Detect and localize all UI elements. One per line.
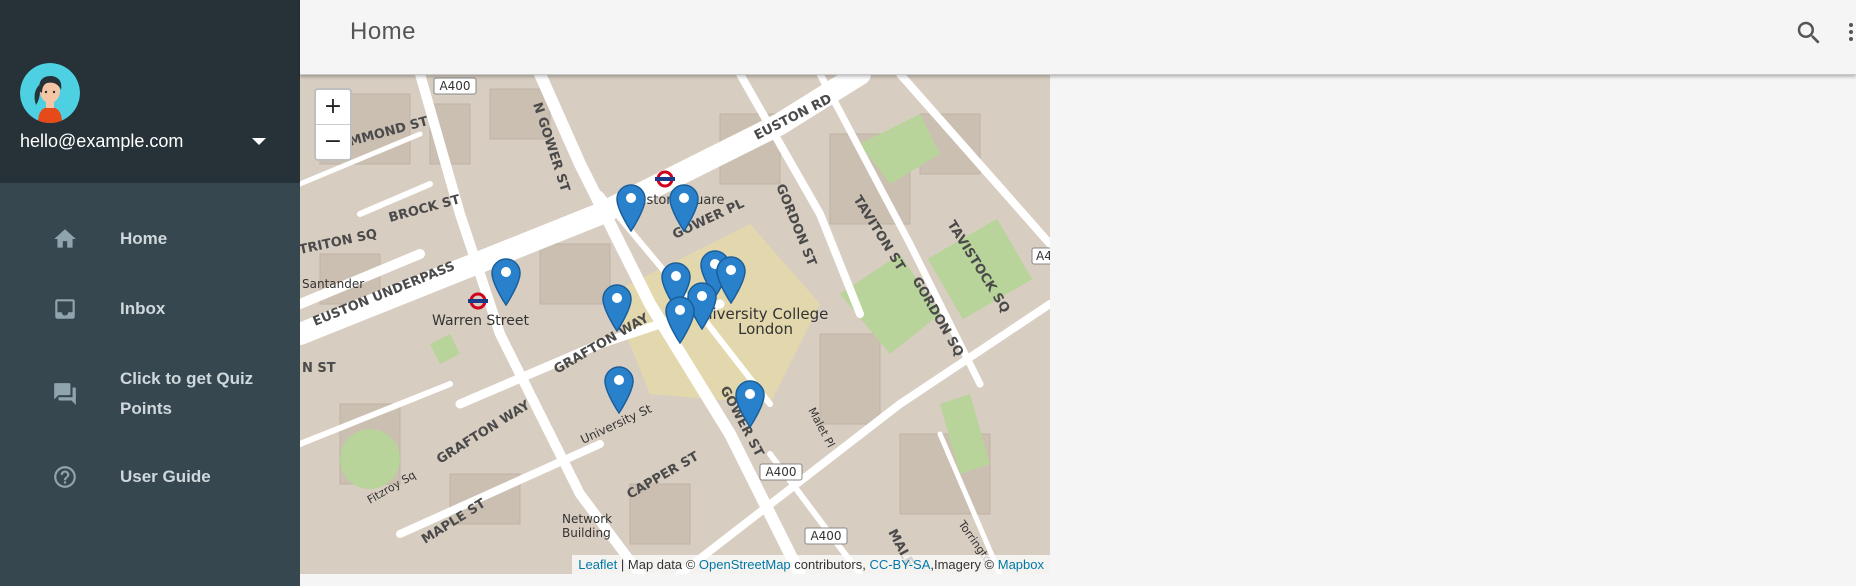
- map-marker[interactable]: [669, 184, 699, 233]
- app-header: Home: [300, 0, 1856, 75]
- road-shield-label: A400: [810, 529, 841, 543]
- road-shield-label: A4: [1036, 249, 1050, 263]
- map-label: N ST: [302, 361, 336, 376]
- license-link[interactable]: CC-BY-SA: [869, 557, 930, 572]
- map-label: Santander: [302, 277, 364, 291]
- sidebar: hello@example.com Home Inbox Click to ge…: [0, 0, 300, 586]
- account-dropdown-icon[interactable]: [252, 138, 266, 145]
- sidebar-item-quiz[interactable]: Click to get Quiz Points: [0, 364, 300, 424]
- map-label: Building: [562, 526, 611, 540]
- map[interactable]: A400 A400 A400 A4 EUSTON RD EUSTON UNDER…: [300, 74, 1050, 574]
- attribution-text: contributors,: [790, 557, 870, 572]
- attribution-text: ,Imagery ©: [930, 557, 998, 572]
- help-circle-icon: [50, 462, 80, 492]
- map-marker[interactable]: [665, 296, 695, 345]
- osm-link[interactable]: OpenStreetMap: [699, 557, 791, 572]
- chat-icon: [50, 379, 80, 409]
- leaflet-link[interactable]: Leaflet: [578, 557, 617, 572]
- home-icon: [50, 224, 80, 254]
- zoom-in-button[interactable]: +: [316, 90, 350, 125]
- avatar[interactable]: [20, 63, 80, 123]
- road-shield-label: A400: [439, 79, 470, 93]
- sidebar-item-label: User Guide: [120, 467, 211, 486]
- inbox-icon: [50, 294, 80, 324]
- user-email: hello@example.com: [20, 131, 184, 151]
- zoom-control: + −: [314, 88, 352, 161]
- map-marker[interactable]: [735, 380, 765, 429]
- sidebar-item-user-guide[interactable]: User Guide: [0, 462, 300, 492]
- sidebar-item-home[interactable]: Home: [0, 224, 300, 254]
- attribution-text: | Map data ©: [617, 557, 699, 572]
- sidebar-item-inbox[interactable]: Inbox: [0, 294, 300, 324]
- sidebar-item-label: Home: [120, 229, 168, 248]
- more-vert-icon[interactable]: [1844, 20, 1856, 50]
- map-attribution: Leaflet | Map data © OpenStreetMap contr…: [572, 555, 1050, 574]
- map-marker[interactable]: [602, 284, 632, 333]
- search-icon[interactable]: [1794, 18, 1824, 48]
- map-label: Network: [562, 512, 612, 526]
- zoom-out-button[interactable]: −: [316, 125, 350, 159]
- map-marker[interactable]: [604, 366, 634, 415]
- map-marker[interactable]: [491, 258, 521, 307]
- road-shield-label: A400: [765, 465, 796, 479]
- map-marker[interactable]: [716, 256, 746, 305]
- map-marker[interactable]: [616, 184, 646, 233]
- sidebar-item-label: Click to get Quiz Points: [120, 369, 254, 418]
- mapbox-link[interactable]: Mapbox: [998, 557, 1044, 572]
- map-label: London: [738, 320, 793, 338]
- map-label: Warren Street: [432, 313, 529, 329]
- sidebar-item-label: Inbox: [120, 299, 166, 318]
- sidebar-header: hello@example.com: [0, 0, 300, 183]
- page-title: Home: [350, 18, 417, 45]
